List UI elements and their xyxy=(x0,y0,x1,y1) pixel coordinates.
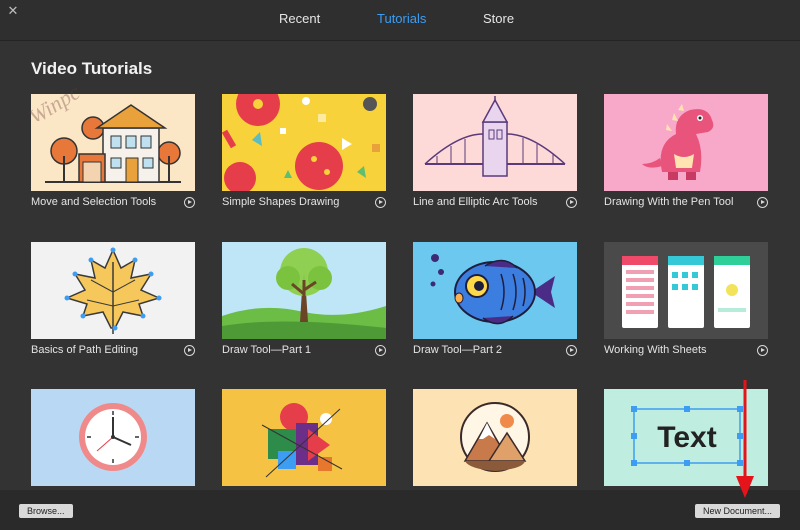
tutorial-card-abstract[interactable] xyxy=(222,389,386,490)
card-label: Line and Elliptic Arc Tools xyxy=(413,196,538,208)
tab-bar: Recent Tutorials Store xyxy=(0,0,800,40)
thumbnail-text: Text xyxy=(604,389,768,486)
play-icon[interactable] xyxy=(566,345,577,356)
card-label: Working With Sheets xyxy=(604,344,707,356)
tutorials-panel: Video Tutorials Move and Selection Tools… xyxy=(0,41,800,490)
thumbnail-dinosaur xyxy=(604,94,768,191)
tutorial-card-sheets[interactable]: Working With Sheets xyxy=(604,242,768,368)
card-label: Basics of Path Editing xyxy=(31,344,139,356)
tutorial-card-move-selection[interactable]: Move and Selection Tools xyxy=(31,94,195,220)
thumbnail-sheets xyxy=(604,242,768,339)
tutorial-card-mountains[interactable] xyxy=(413,389,577,490)
thumbnail-house xyxy=(31,94,195,191)
tutorial-card-path-editing[interactable]: Basics of Path Editing xyxy=(31,242,195,368)
thumbnail-clock xyxy=(31,389,195,486)
section-title: Video Tutorials xyxy=(31,59,153,78)
browse-button[interactable]: Browse... xyxy=(19,504,73,518)
tab-tutorials[interactable]: Tutorials xyxy=(377,11,426,26)
play-icon[interactable] xyxy=(184,197,195,208)
thumbnail-fish xyxy=(413,242,577,339)
play-icon[interactable] xyxy=(757,197,768,208)
tutorial-card-draw-tool-1[interactable]: Draw Tool—Part 1 xyxy=(222,242,386,368)
top-bar: ✕ Recent Tutorials Store xyxy=(0,0,800,41)
play-icon[interactable] xyxy=(184,345,195,356)
thumbnail-mountains xyxy=(413,389,577,486)
card-label: Draw Tool—Part 1 xyxy=(222,344,312,356)
bottom-bar: Browse... New Document... xyxy=(0,490,800,530)
play-icon[interactable] xyxy=(757,345,768,356)
card-label: Move and Selection Tools xyxy=(31,196,157,208)
thumbnail-shapes xyxy=(222,94,386,191)
card-label: Simple Shapes Drawing xyxy=(222,196,340,208)
thumbnail-leaf xyxy=(31,242,195,339)
text-thumb-word: Text xyxy=(657,421,716,454)
tutorial-card-pen-tool[interactable]: Drawing With the Pen Tool xyxy=(604,94,768,220)
thumbnail-bridge xyxy=(413,94,577,191)
tab-store[interactable]: Store xyxy=(483,11,514,26)
play-icon[interactable] xyxy=(375,345,386,356)
tutorial-card-text[interactable]: Text xyxy=(604,389,768,490)
card-label: Drawing With the Pen Tool xyxy=(604,196,734,208)
tutorial-card-simple-shapes[interactable]: Simple Shapes Drawing xyxy=(222,94,386,220)
tab-recent[interactable]: Recent xyxy=(279,11,320,26)
card-label: Draw Tool—Part 2 xyxy=(413,344,503,356)
play-icon[interactable] xyxy=(566,197,577,208)
tutorial-card-draw-tool-2[interactable]: Draw Tool—Part 2 xyxy=(413,242,577,368)
tutorial-card-line-arc[interactable]: Line and Elliptic Arc Tools xyxy=(413,94,577,220)
tutorial-card-clock[interactable] xyxy=(31,389,195,490)
play-icon[interactable] xyxy=(375,197,386,208)
thumbnail-abstract xyxy=(222,389,386,486)
new-document-button[interactable]: New Document... xyxy=(695,504,781,518)
thumbnail-tree xyxy=(222,242,386,339)
